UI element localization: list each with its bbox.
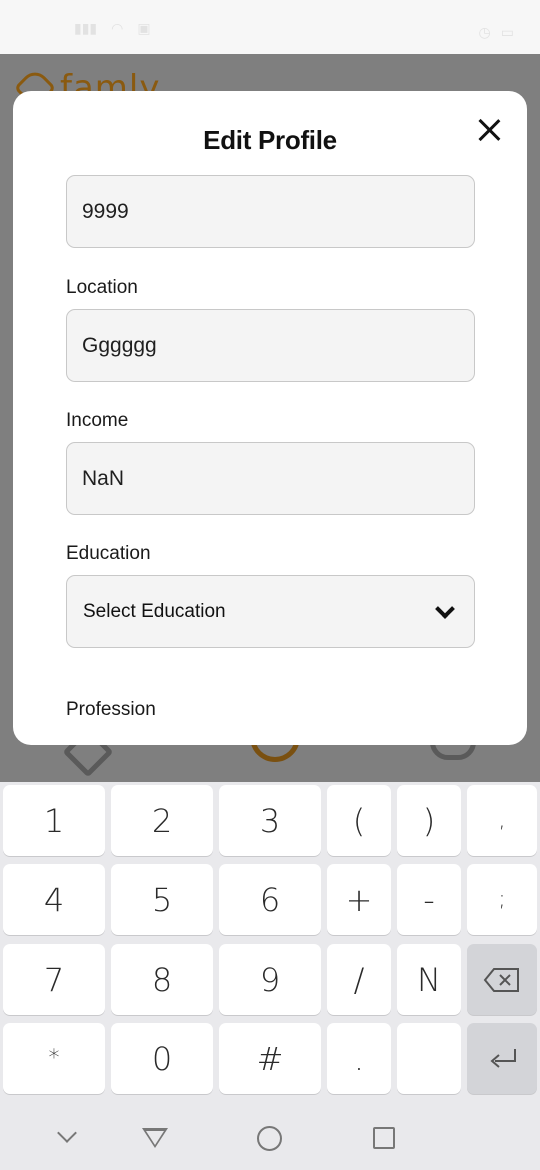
close-icon[interactable] [477, 118, 501, 142]
status-icons-right: ◷ ▭ [479, 24, 514, 41]
system-nav-bar [0, 1098, 540, 1170]
key-comma[interactable]: , [467, 785, 537, 856]
key-n[interactable]: N [397, 944, 461, 1015]
key-asterisk[interactable]: * [3, 1023, 105, 1094]
edit-profile-modal: Edit Profile 9999 Location Gggggg Income… [13, 91, 527, 745]
alarm-icon: ◷ [478, 24, 491, 40]
key-open-paren[interactable]: ( [327, 785, 391, 856]
key-4[interactable]: 4 [3, 864, 105, 935]
key-8[interactable]: 8 [111, 944, 213, 1015]
income-field-value: NaN [82, 466, 125, 490]
key-minus[interactable]: - [397, 864, 461, 935]
backspace-key[interactable] [467, 944, 537, 1015]
key-slash[interactable]: / [327, 944, 391, 1015]
key-2[interactable]: 2 [111, 785, 213, 856]
number-field[interactable]: 9999 [66, 175, 475, 248]
backspace-icon [483, 967, 519, 992]
location-field[interactable]: Gggggg [66, 309, 475, 382]
recent-apps-icon[interactable] [373, 1127, 395, 1149]
education-select[interactable]: Select Education [66, 575, 475, 648]
back-icon[interactable] [142, 1128, 168, 1148]
income-field[interactable]: NaN [66, 442, 475, 515]
key-semicolon[interactable]: ; [467, 864, 537, 935]
profession-label: Profession [66, 699, 156, 720]
key-space[interactable] [397, 1023, 461, 1094]
number-field-value: 9999 [82, 199, 129, 223]
key-period[interactable]: . [327, 1023, 391, 1094]
hide-keyboard-icon[interactable] [57, 1123, 77, 1143]
key-5[interactable]: 5 [111, 864, 213, 935]
key-close-paren[interactable]: ) [397, 785, 461, 856]
modal-title: Edit Profile [203, 125, 337, 155]
home-icon[interactable] [257, 1126, 282, 1151]
key-1[interactable]: 1 [3, 785, 105, 856]
key-0[interactable]: 0 [111, 1023, 213, 1094]
enter-key[interactable] [467, 1023, 537, 1094]
chevron-down-icon [435, 599, 455, 619]
income-label: Income [66, 410, 129, 431]
education-label: Education [66, 543, 151, 564]
numeric-keyboard: 1 2 3 ( ) , 4 5 6 + - ; 7 8 9 / N * 0 # … [0, 782, 540, 1098]
wifi-icon: ◠ [111, 20, 124, 36]
enter-icon [490, 1048, 516, 1068]
key-9[interactable]: 9 [219, 944, 321, 1015]
location-field-value: Gggggg [82, 333, 157, 357]
key-7[interactable]: 7 [3, 944, 105, 1015]
key-plus[interactable]: + [327, 864, 391, 935]
notification-icon: ▣ [137, 20, 151, 36]
key-6[interactable]: 6 [219, 864, 321, 935]
location-label: Location [66, 277, 138, 298]
status-icons-left: ▮▮▮ ◠ ▣ [74, 20, 151, 37]
signal-icon: ▮▮▮ [74, 20, 98, 36]
key-hash[interactable]: # [219, 1023, 321, 1094]
key-3[interactable]: 3 [219, 785, 321, 856]
battery-icon: ▭ [500, 24, 514, 40]
education-select-value: Select Education [83, 600, 226, 622]
status-bar: ▮▮▮ ◠ ▣ ◷ ▭ [0, 0, 540, 54]
